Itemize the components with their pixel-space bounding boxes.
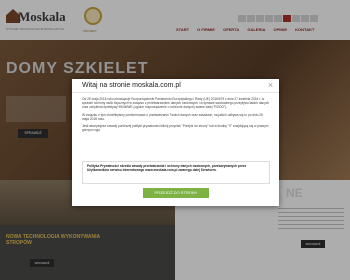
- accept-paragraph: Jeśli akceptujesz zasady poniższej polit…: [82, 124, 269, 133]
- rodo-paragraph: Od 25 maja 2018 roku obowiązuje Rozporzą…: [82, 97, 270, 110]
- proceed-button[interactable]: PRZEJDŹ DO STRONY: [143, 188, 209, 198]
- modal-title: Witaj na stronie moskala.com.pl: [82, 82, 181, 89]
- close-icon[interactable]: ×: [265, 80, 276, 91]
- privacy-policy-box: Polityka Prywatności określa zasady prze…: [82, 161, 270, 184]
- modal-body: Od 25 maja 2018 roku obowiązuje Rozporzą…: [82, 97, 270, 135]
- modal-header: Witaj na stronie moskala.com.pl ×: [72, 79, 279, 93]
- gdpr-modal: Witaj na stronie moskala.com.pl × Od 25 …: [72, 79, 279, 206]
- info-paragraph: W związku z tym chcielibyśmy poinformowa…: [82, 112, 263, 121]
